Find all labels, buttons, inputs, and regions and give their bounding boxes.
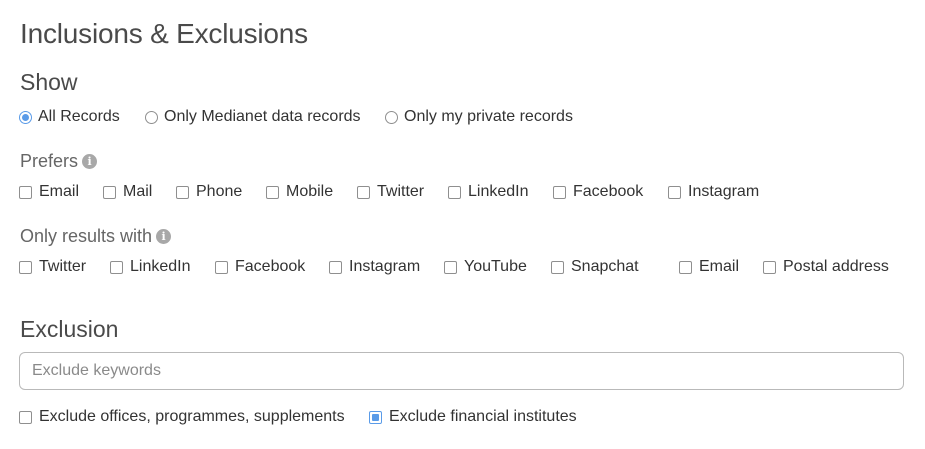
checkbox-label: Exclude offices, programmes, supplements: [39, 408, 345, 425]
exclude-keywords-input[interactable]: [19, 352, 904, 390]
checkbox-label: Instagram: [349, 258, 421, 275]
info-icon[interactable]: i: [156, 229, 172, 244]
checkbox-label: Snapchat: [571, 258, 639, 275]
checkbox[interactable]: [266, 185, 279, 199]
radio-only-private[interactable]: Only my private records: [385, 108, 573, 126]
only-results-heading-label: Only results with: [20, 226, 153, 246]
checkbox-label: YouTube: [464, 258, 527, 275]
checkbox-label: LinkedIn: [130, 258, 191, 275]
prefers-email-option[interactable]: Email: [19, 183, 79, 201]
exclusion-heading: Exclusion: [20, 316, 119, 342]
checkbox-label: Postal address: [783, 258, 889, 275]
only-youtube-option[interactable]: YouTube: [444, 258, 527, 276]
checkbox-label: Phone: [196, 183, 243, 200]
prefers-instagram-option[interactable]: Instagram: [668, 183, 759, 201]
checkbox[interactable]: [215, 260, 228, 274]
checkbox-label: Exclude financial institutes: [389, 408, 577, 425]
prefers-facebook-option[interactable]: Facebook: [553, 183, 643, 201]
checkbox-label: Facebook: [573, 183, 644, 200]
checkbox-label: Twitter: [39, 258, 87, 275]
checkbox-label: Instagram: [688, 183, 760, 200]
checkbox[interactable]: [553, 185, 566, 199]
prefers-heading-label: Prefers: [20, 151, 79, 171]
only-postal-address-option[interactable]: Postal address: [763, 258, 889, 276]
radio-label: Only Medianet data records: [164, 108, 361, 125]
prefers-phone-option[interactable]: Phone: [176, 183, 242, 201]
radio-all-records[interactable]: All Records: [19, 108, 120, 126]
only-results-heading: Only results with i: [20, 226, 172, 247]
checkbox-label: LinkedIn: [468, 183, 529, 200]
checkbox[interactable]: [448, 185, 461, 199]
prefers-heading: Prefers i: [20, 151, 98, 172]
checkbox[interactable]: [103, 185, 116, 199]
prefers-mail-option[interactable]: Mail: [103, 183, 152, 201]
checkbox-label: Mobile: [286, 183, 334, 200]
radio-label: Only my private records: [404, 108, 573, 125]
prefers-linkedin-option[interactable]: LinkedIn: [448, 183, 529, 201]
radio-label: All Records: [38, 108, 120, 125]
radio-only-medianet[interactable]: Only Medianet data records: [145, 108, 361, 126]
checkbox[interactable]: [110, 260, 123, 274]
only-twitter-option[interactable]: Twitter: [19, 258, 86, 276]
radio-button[interactable]: [145, 110, 158, 124]
checkbox[interactable]: [19, 260, 32, 274]
checkbox[interactable]: [763, 260, 776, 274]
checkbox[interactable]: [369, 410, 382, 424]
exclude-offices-option[interactable]: Exclude offices, programmes, supplements: [19, 408, 345, 426]
checkbox-label: Facebook: [235, 258, 306, 275]
page-title: Inclusions & Exclusions: [20, 18, 308, 49]
checkbox[interactable]: [19, 185, 32, 199]
only-snapchat-option[interactable]: Snapchat: [551, 258, 639, 276]
checkbox-label: Email: [699, 258, 740, 275]
checkbox-label: Email: [39, 183, 80, 200]
info-icon[interactable]: i: [82, 154, 98, 169]
checkbox-label: Mail: [123, 183, 153, 200]
checkbox[interactable]: [551, 260, 564, 274]
checkbox[interactable]: [668, 185, 681, 199]
checkbox[interactable]: [679, 260, 692, 274]
checkbox[interactable]: [357, 185, 370, 199]
only-email-option[interactable]: Email: [679, 258, 739, 276]
checkbox[interactable]: [176, 185, 189, 199]
prefers-twitter-option[interactable]: Twitter: [357, 183, 424, 201]
checkbox-label: Twitter: [377, 183, 425, 200]
checkbox[interactable]: [444, 260, 457, 274]
exclude-financial-institutes-option[interactable]: Exclude financial institutes: [369, 408, 577, 426]
only-facebook-option[interactable]: Facebook: [215, 258, 305, 276]
show-heading: Show: [20, 69, 78, 95]
checkbox[interactable]: [19, 410, 32, 424]
checkbox[interactable]: [329, 260, 342, 274]
only-instagram-option[interactable]: Instagram: [329, 258, 420, 276]
radio-button[interactable]: [385, 110, 398, 124]
only-linkedin-option[interactable]: LinkedIn: [110, 258, 191, 276]
prefers-mobile-option[interactable]: Mobile: [266, 183, 333, 201]
radio-button[interactable]: [19, 110, 32, 124]
